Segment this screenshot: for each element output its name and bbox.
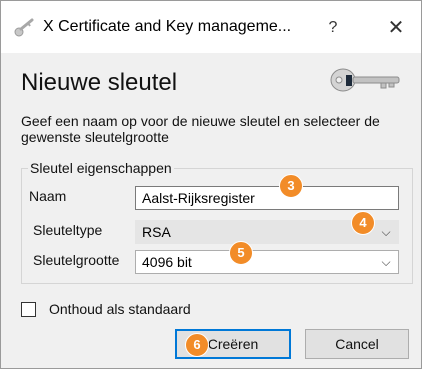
cancel-button[interactable]: Cancel <box>305 329 409 359</box>
dialog-content: Nieuwe sleutel Geef een naam op voor de … <box>1 53 421 368</box>
name-label: Naam <box>29 188 67 204</box>
name-input[interactable]: Aalst-Rijksregister <box>135 186 399 210</box>
page-title: Nieuwe sleutel <box>21 69 178 96</box>
dialog-description: Geef een naam op voor de nieuwe sleutel … <box>21 113 380 145</box>
remember-default-label[interactable]: Onthoud als standaard <box>49 301 191 317</box>
remember-default-checkbox[interactable] <box>21 302 36 317</box>
group-title: Sleutel eigenschappen <box>28 160 174 176</box>
key-type-label: Sleuteltype <box>33 222 103 238</box>
step-badge-5: 5 <box>229 241 253 265</box>
key-size-label: Sleutelgrootte <box>33 252 120 268</box>
step-badge-3: 3 <box>279 174 303 198</box>
step-badge-4: 4 <box>351 211 375 235</box>
key-icon <box>329 65 403 95</box>
title-bar: X Certificate and Key manageme... ? ✕ <box>1 1 421 53</box>
key-type-value: RSA <box>142 224 171 240</box>
key-properties-group: Sleutel eigenschappen Naam Aalst-Rijksre… <box>21 160 413 284</box>
step-badge-6: 6 <box>185 333 209 357</box>
window-title: X Certificate and Key manageme... <box>43 18 292 35</box>
key-size-select[interactable]: 4096 bit ⌵ <box>135 250 399 274</box>
key-size-value: 4096 bit <box>142 254 192 270</box>
help-button[interactable]: ? <box>319 15 347 41</box>
chevron-down-icon: ⌵ <box>381 255 391 269</box>
name-input-value: Aalst-Rijksregister <box>142 190 255 206</box>
dialog-window: X Certificate and Key manageme... ? ✕ Ni… <box>0 0 422 369</box>
chevron-down-icon: ⌵ <box>381 225 391 239</box>
certificate-key-icon <box>13 18 35 38</box>
close-button[interactable]: ✕ <box>381 13 411 43</box>
